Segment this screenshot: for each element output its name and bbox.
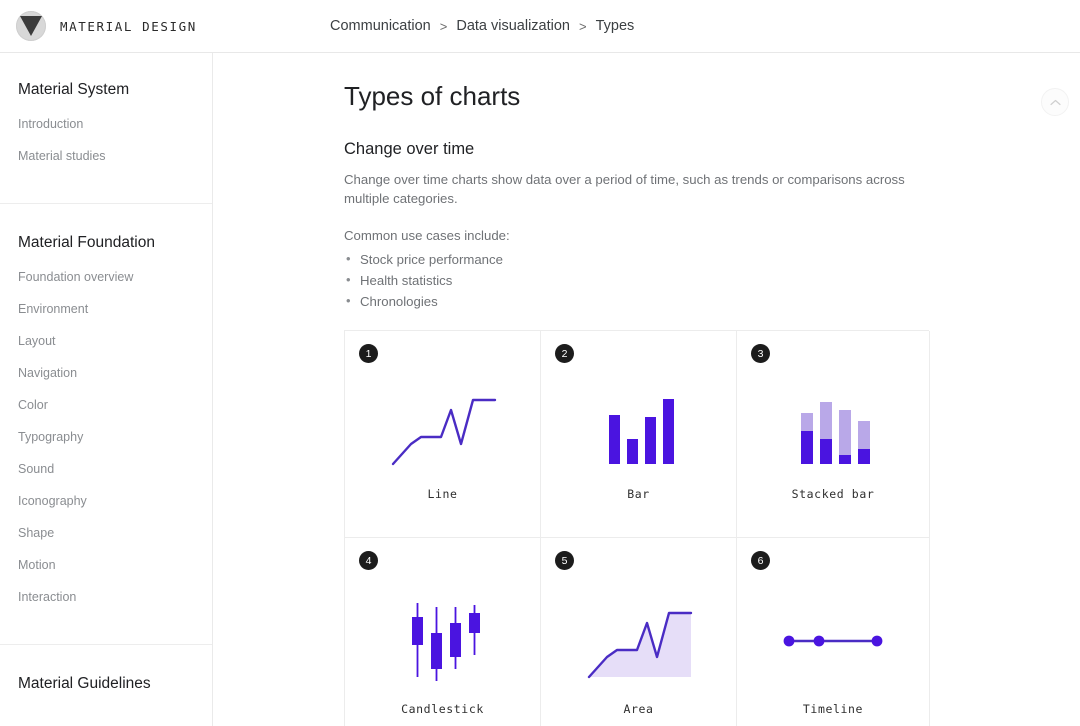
sidebar-item-interaction[interactable]: Interaction <box>0 590 212 622</box>
area-chart-icon <box>587 611 692 679</box>
sidebar-item-iconography[interactable]: Iconography <box>0 494 212 526</box>
chart-card-area[interactable]: 5 Area <box>541 538 737 726</box>
card-label: Area <box>623 702 654 716</box>
card-number-badge: 5 <box>555 551 574 570</box>
line-chart-thumbnail <box>345 371 540 483</box>
list-item: Stock price performance <box>344 251 940 267</box>
sidebar-section-title: Material Foundation <box>18 234 155 251</box>
area-chart-thumbnail <box>541 584 736 696</box>
timeline-chart-icon <box>783 635 883 647</box>
sidebar-section-material-system: Material System Introduction Material st… <box>0 81 212 203</box>
sidebar-section-title: Material Guidelines <box>18 675 151 692</box>
material-logo-icon <box>16 11 46 41</box>
timeline-chart-thumbnail <box>737 584 929 696</box>
breadcrumb-separator: > <box>579 18 587 34</box>
sidebar-item-introduction[interactable]: Introduction <box>0 117 212 149</box>
sidebar-item-sound[interactable]: Sound <box>0 462 212 494</box>
sidebar-item-environment[interactable]: Environment <box>0 302 212 334</box>
card-number-badge: 2 <box>555 344 574 363</box>
sidebar-section-title: Material System <box>18 81 130 98</box>
sidebar-item-typography[interactable]: Typography <box>0 430 212 462</box>
chart-card-stacked-bar[interactable]: 3 Stacked bar <box>737 331 930 538</box>
breadcrumb-item-communication[interactable]: Communication <box>330 18 431 34</box>
sidebar-item-color[interactable]: Color <box>0 398 212 430</box>
page-title: Types of charts <box>344 81 521 111</box>
brand-name: MATERIAL DESIGN <box>60 18 197 34</box>
sidebar-item-navigation[interactable]: Navigation <box>0 366 212 398</box>
section-body: Change over time charts show data over a… <box>344 172 905 206</box>
chart-card-timeline[interactable]: 6 Timeline <box>737 538 930 726</box>
list-item: Chronologies <box>344 293 940 309</box>
chart-card-candlestick[interactable]: 4 Candlestick <box>345 538 541 726</box>
card-label: Stacked bar <box>791 487 875 501</box>
sidebar-item-motion[interactable]: Motion <box>0 558 212 590</box>
sidebar-item-foundation-overview[interactable]: Foundation overview <box>0 270 212 302</box>
sidebar-item-material-studies[interactable]: Material studies <box>0 149 212 181</box>
section-heading: Change over time <box>344 140 475 158</box>
sidebar-item-layout[interactable]: Layout <box>0 334 212 366</box>
card-number-badge: 1 <box>359 344 378 363</box>
sidebar: Material System Introduction Material st… <box>0 53 213 726</box>
sidebar-item-shape[interactable]: Shape <box>0 526 212 558</box>
page-root: MATERIAL DESIGN Communication > Data vis… <box>0 0 1080 726</box>
candlestick-chart-thumbnail <box>345 584 540 696</box>
card-number-badge: 4 <box>359 551 378 570</box>
card-number-badge: 6 <box>751 551 770 570</box>
stacked-bar-chart-icon <box>801 402 870 464</box>
use-cases-lead: Common use cases include: <box>344 228 510 244</box>
breadcrumb-separator: > <box>439 18 448 34</box>
chart-card-bar[interactable]: 2 Bar <box>541 331 737 538</box>
card-number-badge: 3 <box>751 344 770 363</box>
brand[interactable]: MATERIAL DESIGN <box>0 11 330 41</box>
bar-chart-icon <box>608 399 674 464</box>
sidebar-section-material-guidelines: Material Guidelines <box>0 644 212 726</box>
bar-chart-thumbnail <box>541 371 736 483</box>
card-label: Timeline <box>802 702 864 716</box>
chart-types-grid: 1 Line 2 Bar 3 Stacked bar 4 Candlestick… <box>344 330 930 726</box>
list-item: Health statistics <box>344 272 940 288</box>
chevron-up-icon <box>1049 99 1061 105</box>
collapse-button[interactable] <box>1041 88 1069 116</box>
content-column: Types of charts Change over time Change … <box>213 81 1080 309</box>
line-chart-icon <box>391 398 496 466</box>
use-cases-list: Stock price performance Health statistic… <box>344 251 940 309</box>
chart-card-line[interactable]: 1 Line <box>345 331 541 538</box>
card-label: Line <box>427 487 458 501</box>
sidebar-section-material-foundation: Material Foundation Foundation overview … <box>0 203 212 644</box>
card-label: Bar <box>627 487 650 501</box>
top-header: MATERIAL DESIGN Communication > Data vis… <box>0 0 1080 53</box>
candlestick-chart-icon <box>411 603 480 681</box>
breadcrumb-item-types[interactable]: Types <box>596 18 635 34</box>
breadcrumb-item-data-visualization[interactable]: Data visualization <box>456 18 570 34</box>
card-label: Candlestick <box>401 702 484 716</box>
stacked-bar-chart-thumbnail <box>737 371 929 483</box>
breadcrumb: Communication > Data visualization > Typ… <box>330 18 634 34</box>
